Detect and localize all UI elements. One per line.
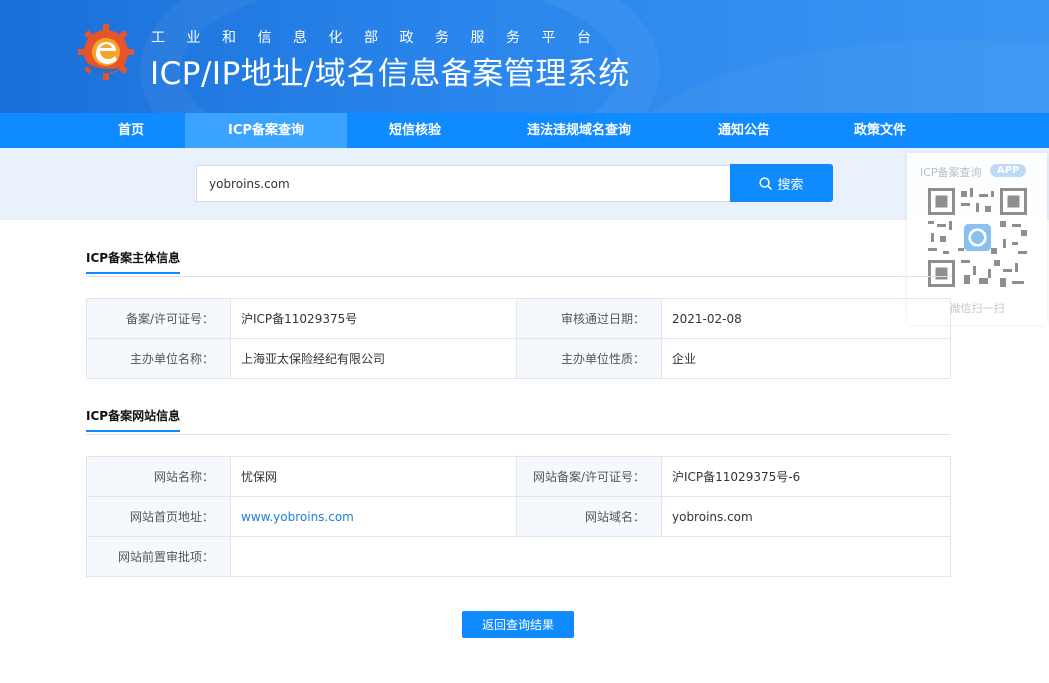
- subject-section-title: ICP备案主体信息: [86, 249, 181, 274]
- license-number-label: 备案/许可证号：: [86, 298, 231, 339]
- qr-code-icon: [928, 188, 1027, 287]
- site-header: 工业和信息化部政务服务平台 ICP/IP地址/域名信息备案管理系统: [0, 0, 1049, 113]
- pre-approval-label: 网站前置审批项：: [86, 536, 231, 577]
- header-title: ICP/IP地址/域名信息备案管理系统: [150, 56, 630, 92]
- organizer-name-label: 主办单位名称：: [86, 338, 231, 379]
- header-subtitle: 工业和信息化部政务服务平台: [151, 30, 613, 46]
- homepage-link[interactable]: www.yobroins.com: [241, 510, 354, 524]
- search-button-label: 搜索: [777, 177, 804, 193]
- nav-item-sms-verify[interactable]: 短信核验: [357, 113, 473, 148]
- website-section-title: ICP备案网站信息: [86, 407, 181, 432]
- search-input[interactable]: [196, 165, 730, 202]
- nav-item-policy-docs[interactable]: 政策文件: [824, 113, 936, 148]
- nav-item-illegal-domain-query[interactable]: 违法违规域名查询: [493, 113, 665, 148]
- domain-value: yobroins.com: [661, 496, 951, 537]
- section-divider: [86, 276, 950, 277]
- table-row: 网站首页地址： www.yobroins.com 网站域名： yobroins.…: [86, 496, 951, 537]
- table-row: 网站名称： 忧保网 网站备案/许可证号： 沪ICP备11029375号-6: [86, 456, 951, 497]
- main-nav: 首页 ICP备案查询 短信核验 违法违规域名查询 通知公告 政策文件: [0, 113, 1049, 148]
- homepage-label: 网站首页地址：: [86, 496, 231, 537]
- subject-info-table: 备案/许可证号： 沪ICP备11029375号 审核通过日期： 2021-02-…: [86, 298, 951, 379]
- app-badge: APP: [990, 164, 1027, 177]
- table-row: 备案/许可证号： 沪ICP备11029375号 审核通过日期： 2021-02-…: [86, 298, 951, 339]
- search-band: 搜索: [0, 148, 1049, 220]
- website-info-table: 网站名称： 忧保网 网站备案/许可证号： 沪ICP备11029375号-6 网站…: [86, 456, 951, 577]
- site-name-label: 网站名称：: [86, 456, 231, 497]
- approval-date-value: 2021-02-08: [661, 298, 951, 339]
- table-row: 主办单位名称： 上海亚太保险经纪有限公司 主办单位性质： 企业: [86, 338, 951, 379]
- domain-label: 网站域名：: [516, 496, 662, 537]
- site-license-label: 网站备案/许可证号：: [516, 456, 662, 497]
- organizer-type-label: 主办单位性质：: [516, 338, 662, 379]
- qr-card-title: ICP备案查询: [920, 166, 982, 179]
- search-icon: [759, 176, 773, 190]
- nav-item-icp-query[interactable]: ICP备案查询: [185, 113, 347, 148]
- table-row: 网站前置审批项：: [86, 536, 951, 577]
- site-license-value: 沪ICP备11029375号-6: [661, 456, 951, 497]
- license-number-value: 沪ICP备11029375号: [230, 298, 517, 339]
- nav-item-home[interactable]: 首页: [87, 113, 175, 148]
- site-name-value: 忧保网: [230, 456, 517, 497]
- approval-date-label: 审核通过日期：: [516, 298, 662, 339]
- organizer-type-value: 企业: [661, 338, 951, 379]
- header-decoration: [600, 40, 1049, 113]
- section-divider: [86, 434, 950, 435]
- homepage-cell: www.yobroins.com: [230, 496, 517, 537]
- back-to-results-button[interactable]: 返回查询结果: [462, 611, 574, 638]
- gear-e-logo-icon: [78, 24, 134, 80]
- pre-approval-value: [230, 536, 951, 577]
- search-button[interactable]: 搜索: [730, 164, 833, 202]
- organizer-name-value: 上海亚太保险经纪有限公司: [230, 338, 517, 379]
- nav-item-announcements[interactable]: 通知公告: [688, 113, 800, 148]
